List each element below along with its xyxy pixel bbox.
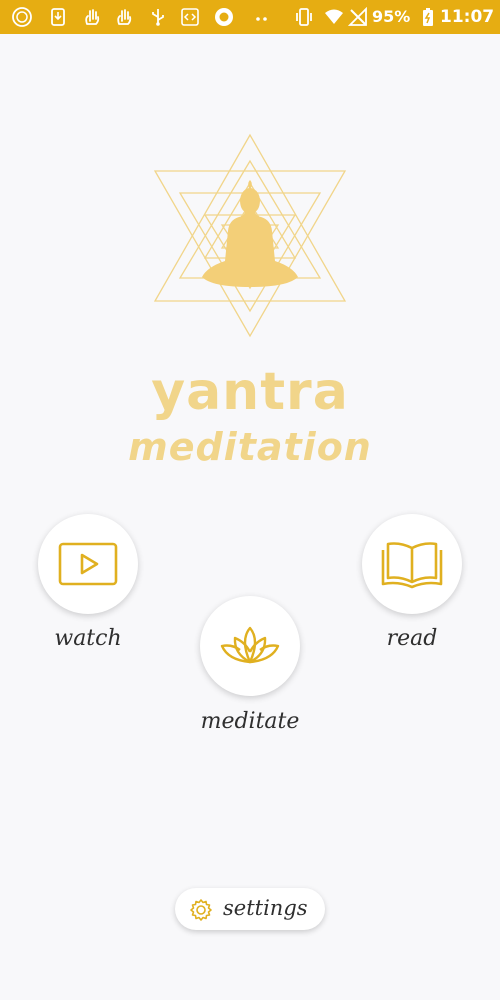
hand-icon <box>85 9 100 25</box>
read-label[interactable]: read <box>352 626 472 651</box>
clock-time: 11:07 <box>440 7 495 27</box>
video-play-icon <box>58 542 118 586</box>
settings-button[interactable]: settings <box>175 888 325 930</box>
hand-icon <box>117 9 132 25</box>
app-title: yantra <box>151 362 349 422</box>
battery-icon <box>423 8 433 26</box>
status-bar: 95% 11:07 <box>0 0 500 34</box>
record-icon <box>215 8 233 26</box>
download-icon <box>51 8 65 26</box>
watch-label[interactable]: watch <box>28 626 148 651</box>
settings-label[interactable]: settings <box>223 896 308 920</box>
gear-icon <box>190 899 212 921</box>
meditate-button[interactable] <box>200 596 300 696</box>
vibrate-icon <box>296 8 312 26</box>
open-book-icon <box>381 542 443 589</box>
usb-icon <box>152 9 164 26</box>
watch-button[interactable] <box>38 514 138 614</box>
lotus-icon <box>220 626 280 664</box>
no-signal-icon <box>348 7 367 26</box>
yantra-logo <box>153 133 347 338</box>
battery-percent: 95% <box>372 7 411 26</box>
app-subtitle: meditation <box>128 425 372 469</box>
app-icon <box>12 7 32 27</box>
code-icon <box>181 8 199 26</box>
wifi-icon <box>325 9 343 24</box>
meditate-label[interactable]: meditate <box>190 709 310 734</box>
more-dots-icon <box>256 17 267 21</box>
read-button[interactable] <box>362 514 462 614</box>
